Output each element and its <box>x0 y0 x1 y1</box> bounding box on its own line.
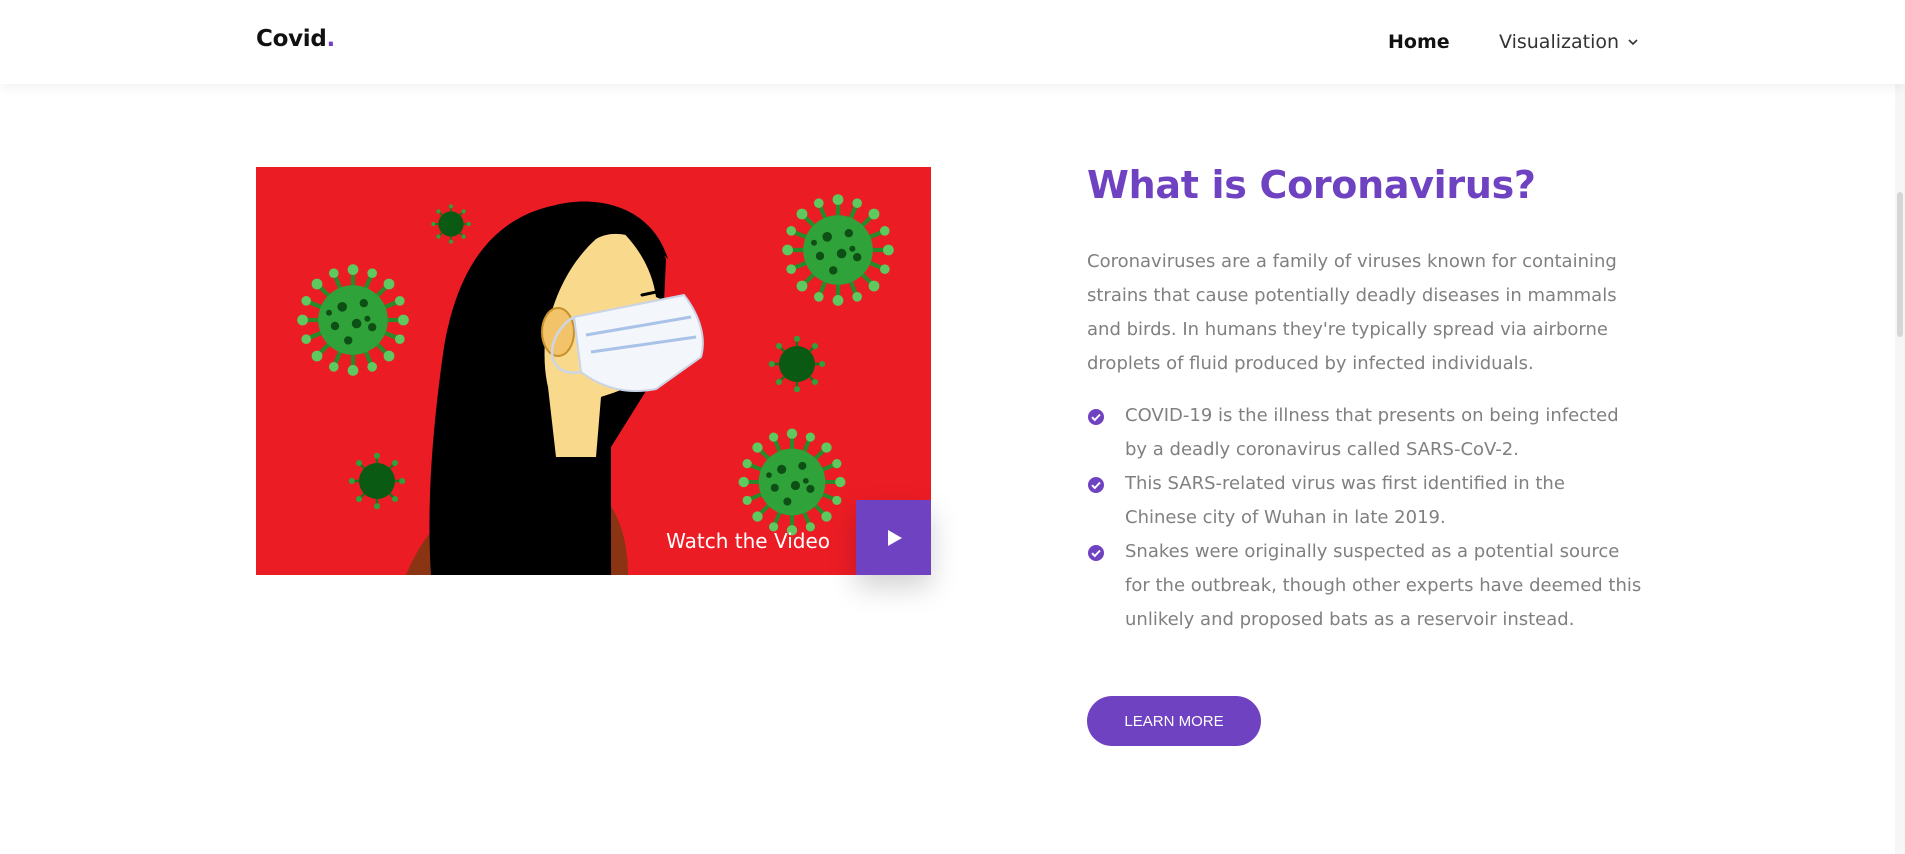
page-scrollbar[interactable] <box>1895 0 1905 854</box>
check-circle-icon <box>1088 409 1104 425</box>
brand-text: Covid <box>256 26 327 52</box>
nav-home-link[interactable]: Home <box>1388 31 1450 53</box>
list-item: COVID-19 is the illness that presents on… <box>1087 399 1642 467</box>
watch-video-label: Watch the Video <box>666 529 830 553</box>
section-title: What is Coronavirus? <box>1087 163 1536 207</box>
list-item: This SARS-related virus was first identi… <box>1087 467 1642 535</box>
play-video-button[interactable] <box>856 500 931 575</box>
scrollbar-thumb[interactable] <box>1897 192 1903 337</box>
chevron-down-icon <box>1628 39 1638 46</box>
fact-text: This SARS-related virus was first identi… <box>1125 473 1565 528</box>
fact-text: Snakes were originally suspected as a po… <box>1125 541 1642 630</box>
nav-visualization-dropdown[interactable]: Visualization <box>1499 31 1639 53</box>
facts-list: COVID-19 is the illness that presents on… <box>1087 399 1642 637</box>
check-circle-icon <box>1088 545 1104 561</box>
fact-text: COVID-19 is the illness that presents on… <box>1125 405 1619 460</box>
brand-dot: . <box>326 26 336 52</box>
list-item: Snakes were originally suspected as a po… <box>1087 535 1642 637</box>
play-icon <box>887 529 902 546</box>
learn-more-button[interactable]: Learn More <box>1087 696 1261 746</box>
check-circle-icon <box>1088 477 1104 493</box>
top-navbar: Covid. Home Visualization <box>0 0 1905 84</box>
masked-woman-illustration <box>256 167 931 575</box>
nav-visualization-label: Visualization <box>1499 31 1620 53</box>
intro-paragraph: Coronaviruses are a family of viruses kn… <box>1087 251 1617 374</box>
brand-logo[interactable]: Covid. <box>256 26 335 52</box>
video-thumbnail[interactable]: Watch the Video <box>256 167 931 575</box>
